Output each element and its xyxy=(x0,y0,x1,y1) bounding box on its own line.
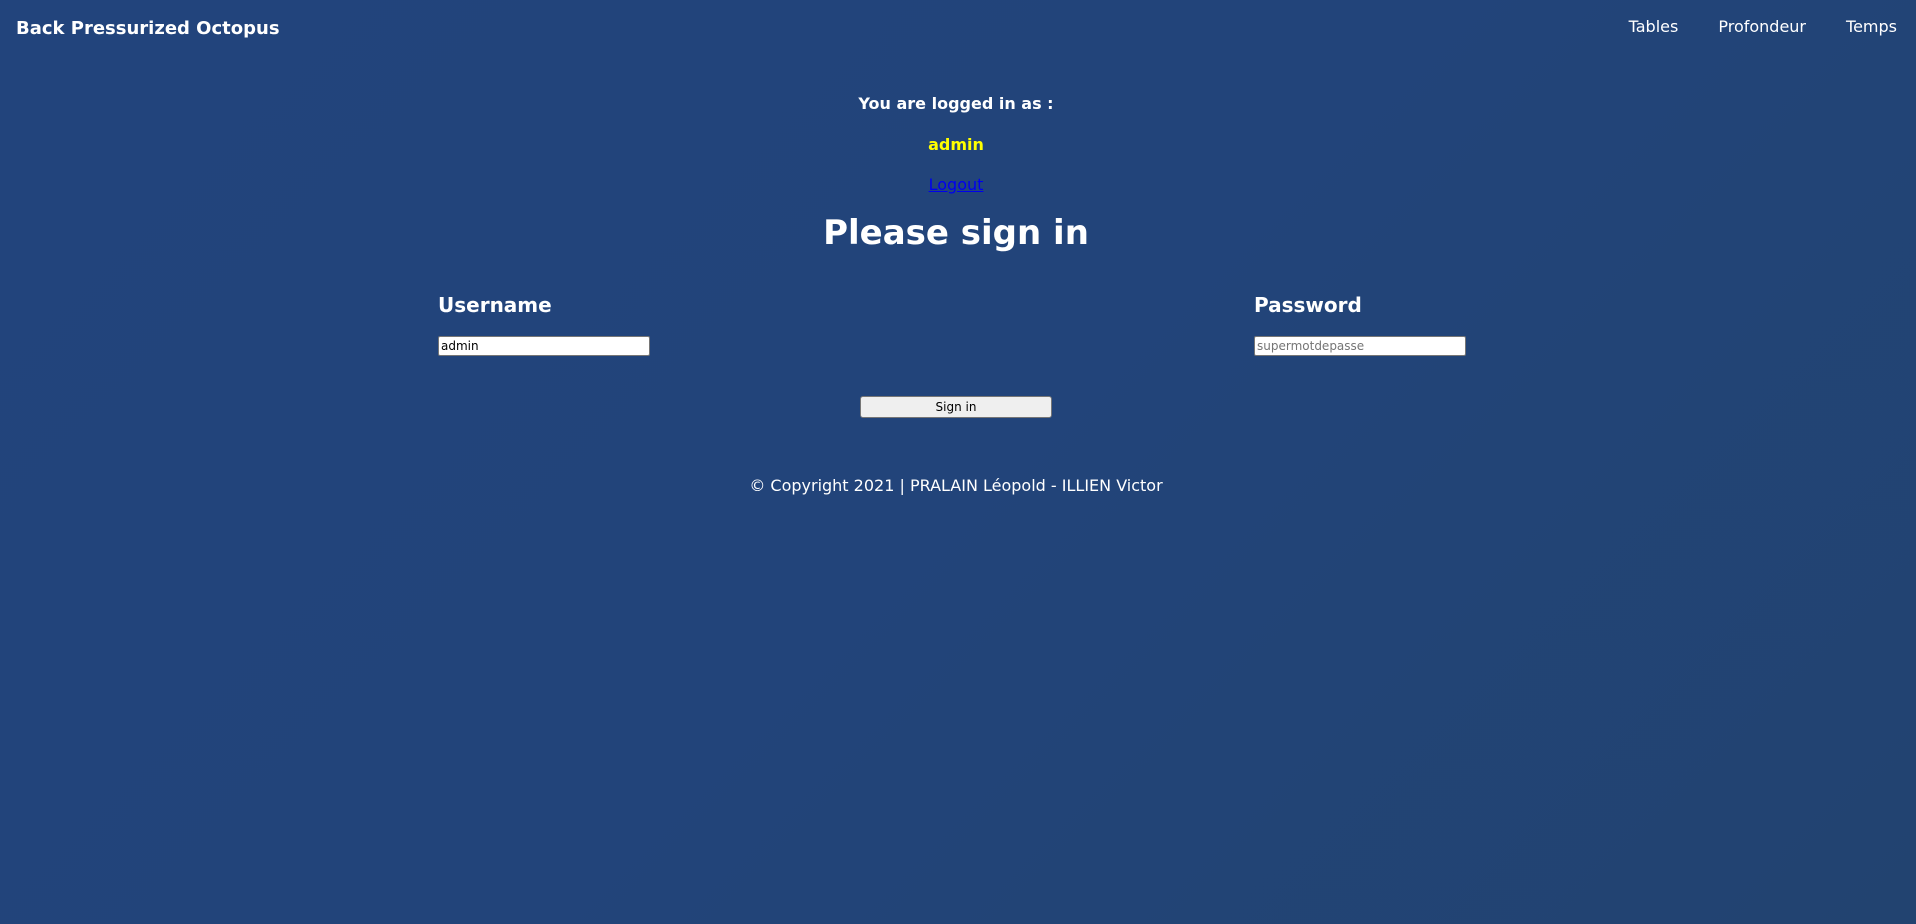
username-label: Username xyxy=(438,293,552,317)
logged-in-username: admin xyxy=(928,135,984,154)
logout-link[interactable]: Logout xyxy=(929,175,984,194)
password-label: Password xyxy=(1254,293,1362,317)
navbar: Back Pressurized Octopus Tables Profonde… xyxy=(0,0,1916,56)
username-input[interactable] xyxy=(438,336,650,356)
logout-container: Logout xyxy=(0,175,1912,194)
footer-copyright: © Copyright 2021 | PRALAIN Léopold - ILL… xyxy=(749,476,1163,495)
nav-link-temps[interactable]: Temps xyxy=(1846,17,1897,36)
sign-in-button[interactable]: Sign in xyxy=(860,396,1052,418)
password-input[interactable] xyxy=(1254,336,1466,356)
brand-link[interactable]: Back Pressurized Octopus xyxy=(16,18,280,39)
page-title: Please sign in xyxy=(823,213,1089,253)
nav-link-tables[interactable]: Tables xyxy=(1629,17,1679,36)
logged-in-text: You are logged in as : xyxy=(858,94,1054,113)
nav-link-profondeur[interactable]: Profondeur xyxy=(1718,17,1806,36)
nav-links: Tables Profondeur Temps xyxy=(1629,17,1897,36)
